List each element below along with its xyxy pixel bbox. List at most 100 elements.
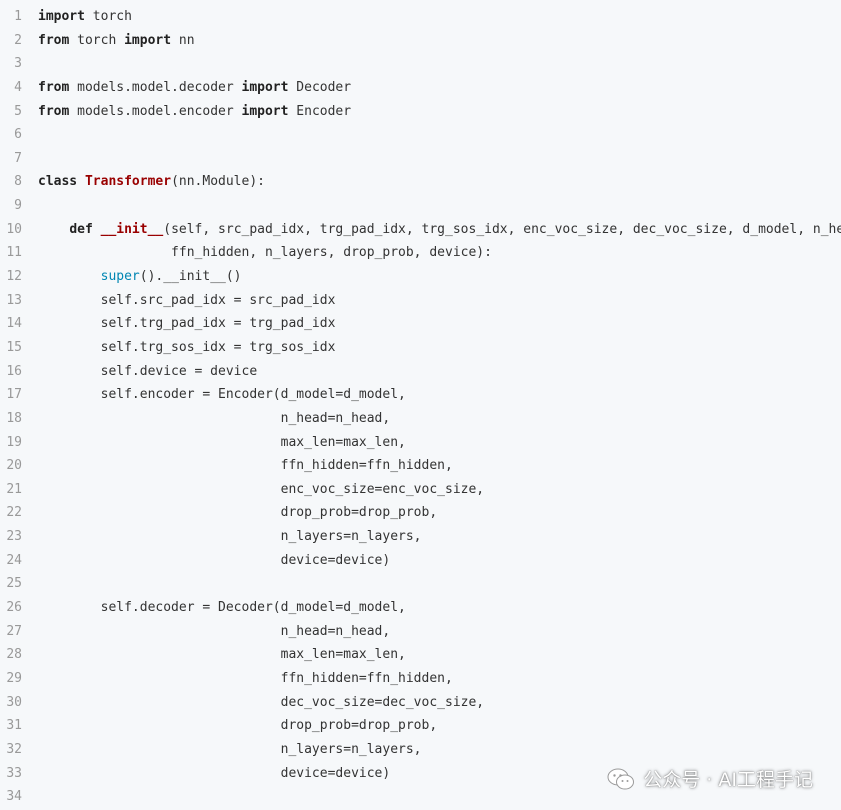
code-line: 23 n_layers=n_layers, [0, 525, 841, 549]
code-token: device=device) [38, 765, 391, 781]
code-token: ffn_hidden=ffn_hidden, [38, 458, 453, 474]
code-token: import [241, 103, 289, 119]
line-number: 29 [6, 670, 22, 686]
line-number: 34 [6, 789, 22, 805]
code-line: 11 ffn_hidden, n_layers, drop_prob, devi… [0, 241, 841, 265]
line-number: 27 [6, 623, 22, 639]
code-token: (self, src_pad_idx, trg_pad_idx, trg_sos… [163, 221, 841, 237]
code-token: dec_voc_size=dec_voc_size, [38, 694, 485, 710]
code-token: torch [69, 32, 125, 48]
code-token: n_layers=n_layers, [38, 741, 422, 757]
code-token: self.device = device [38, 363, 258, 379]
code-token: max_len=max_len, [38, 434, 406, 450]
code-token: def [69, 221, 93, 237]
line-number: 30 [6, 694, 22, 710]
code-token: import [38, 9, 85, 24]
line-number: 1 [14, 9, 22, 24]
code-line: 31 drop_prob=drop_prob, [0, 714, 841, 738]
line-number: 31 [6, 718, 22, 734]
code-token: enc_voc_size=enc_voc_size, [38, 481, 485, 497]
line-number: 3 [14, 56, 22, 72]
code-token: from [38, 79, 70, 95]
line-number: 10 [6, 221, 22, 237]
code-token: max_len=max_len, [38, 647, 406, 663]
line-number: 7 [14, 150, 22, 166]
code-line: 20 ffn_hidden=ffn_hidden, [0, 454, 841, 478]
code-token: device=device) [38, 552, 391, 568]
code-token: ffn_hidden, n_layers, drop_prob, device)… [38, 245, 492, 261]
code-token: nn [171, 32, 195, 48]
line-number: 24 [6, 552, 22, 568]
line-number: 11 [6, 245, 22, 261]
code-token: drop_prob=drop_prob, [38, 505, 438, 521]
code-line: 27 n_head=n_head, [0, 620, 841, 644]
code-line: 2 from torch import nn [0, 29, 841, 53]
code-line: 13 self.src_pad_idx = src_pad_idx [0, 289, 841, 313]
code-token: (nn.Module): [171, 174, 265, 190]
code-line: 4 from models.model.decoder import Decode… [0, 76, 841, 100]
code-token: torch [84, 9, 132, 24]
code-line: 29 ffn_hidden=ffn_hidden, [0, 667, 841, 691]
line-number: 22 [6, 505, 22, 521]
line-number: 28 [6, 647, 22, 663]
code-token: models.model.decoder [69, 79, 242, 95]
code-line: 19 max_len=max_len, [0, 431, 841, 455]
code-line: 25 [0, 572, 841, 596]
code-line: 8 class Transformer(nn.Module): [0, 170, 841, 194]
code-token: self.src_pad_idx = src_pad_idx [38, 292, 336, 308]
watermark: 公众号 · AI工程手记 [607, 765, 813, 792]
code-token: self.trg_sos_idx = trg_sos_idx [38, 339, 336, 355]
line-number: 21 [6, 481, 22, 497]
code-line: 10 def __init__(self, src_pad_idx, trg_p… [0, 218, 841, 242]
line-number: 14 [6, 316, 22, 332]
line-number: 17 [6, 387, 22, 403]
code-line: 26 self.decoder = Decoder(d_model=d_mode… [0, 596, 841, 620]
line-number: 12 [6, 269, 22, 285]
line-number: 19 [6, 434, 22, 450]
line-number: 18 [6, 410, 22, 426]
code-line: 7 [0, 147, 841, 171]
code-block: 1 import torch 2 from torch import nn 3 4 from… [0, 5, 841, 809]
code-token: n_layers=n_layers, [38, 529, 422, 545]
code-token: from [38, 103, 70, 119]
code-token: Encoder [288, 103, 352, 119]
code-line: 1 import torch [0, 5, 841, 29]
line-number: 2 [14, 32, 22, 48]
line-number: 20 [6, 458, 22, 474]
line-number: 32 [6, 741, 22, 757]
code-token: self.encoder = Encoder(d_model=d_model, [38, 387, 406, 403]
code-token: ffn_hidden=ffn_hidden, [38, 670, 453, 686]
code-line: 15 self.trg_sos_idx = trg_sos_idx [0, 336, 841, 360]
code-line: 17 self.encoder = Encoder(d_model=d_mode… [0, 383, 841, 407]
code-token: __init__ [100, 221, 164, 237]
code-line: 6 [0, 123, 841, 147]
code-token: import [124, 32, 172, 48]
code-line: 21 enc_voc_size=enc_voc_size, [0, 478, 841, 502]
line-number: 23 [6, 529, 22, 545]
code-line: 12 super().__init__() [0, 265, 841, 289]
code-token: Transformer [84, 174, 172, 190]
watermark-text: 公众号 · AI工程手记 [643, 769, 813, 791]
code-token: self.trg_pad_idx = trg_pad_idx [38, 316, 336, 332]
code-token: drop_prob=drop_prob, [38, 718, 438, 734]
code-token: class [38, 174, 78, 190]
line-number: 4 [14, 79, 22, 95]
line-number: 26 [6, 600, 22, 616]
line-number: 25 [6, 576, 22, 592]
code-token: models.model.encoder [69, 103, 242, 119]
line-number: 8 [14, 174, 22, 190]
code-token: n_head=n_head, [38, 623, 391, 639]
code-token: import [241, 79, 289, 95]
line-number: 33 [6, 765, 22, 781]
line-number: 6 [14, 127, 22, 143]
line-number: 15 [6, 339, 22, 355]
code-line: 14 self.trg_pad_idx = trg_pad_idx [0, 312, 841, 336]
code-line: 5 from models.model.encoder import Encode… [0, 100, 841, 124]
code-line: 22 drop_prob=drop_prob, [0, 501, 841, 525]
code-line: 9 [0, 194, 841, 218]
code-line: 30 dec_voc_size=dec_voc_size, [0, 691, 841, 715]
line-number: 9 [14, 198, 22, 214]
